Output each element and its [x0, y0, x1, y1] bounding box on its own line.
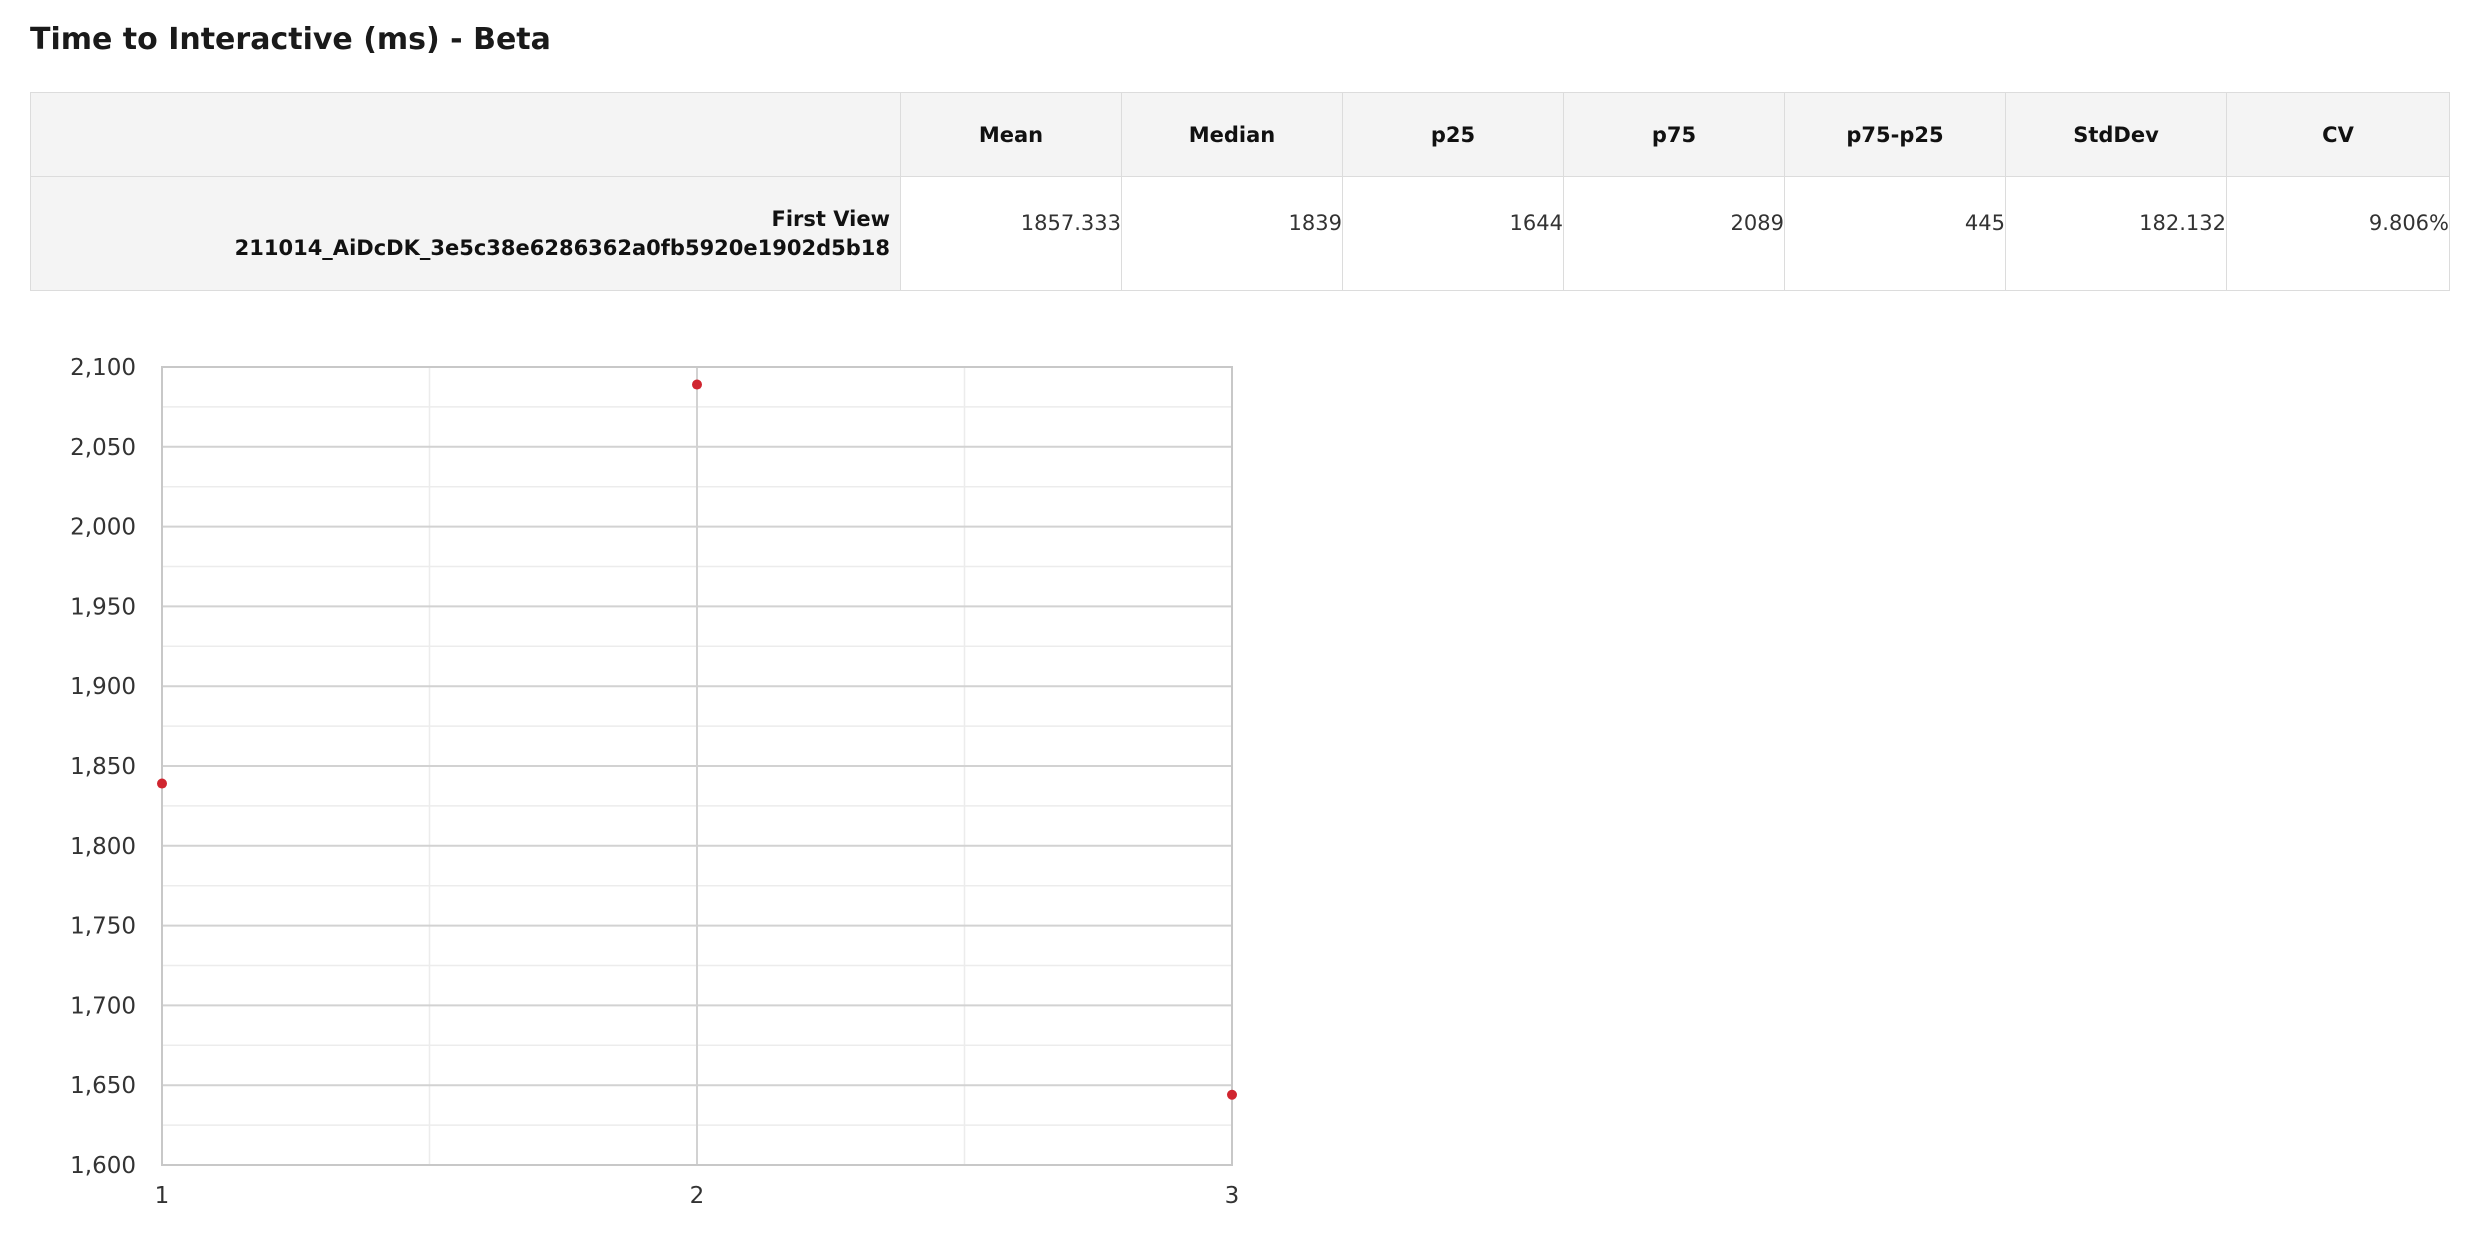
y-tick-label: 1,900 — [70, 674, 136, 700]
cell-cv: 9.806% — [2226, 176, 2450, 291]
cell-stddev: 182.132 — [2005, 176, 2227, 291]
cell-p25: 1644 — [1342, 176, 1564, 291]
y-tick-label: 1,600 — [70, 1153, 136, 1179]
data-point — [1227, 1089, 1237, 1100]
column-header-median: Median — [1121, 92, 1343, 177]
x-tick-label: 1 — [155, 1183, 170, 1209]
x-tick-label: 3 — [1225, 1183, 1240, 1209]
y-tick-label: 1,950 — [70, 594, 136, 620]
y-tick-label: 1,800 — [70, 834, 136, 860]
row-label: First View 211014_AiDcDK_3e5c38e6286362a… — [30, 176, 901, 291]
y-tick-label: 2,100 — [70, 355, 136, 381]
y-tick-label: 1,700 — [70, 993, 136, 1019]
y-tick-label: 1,650 — [70, 1073, 136, 1099]
cell-mean: 1857.333 — [900, 176, 1122, 291]
y-tick-label: 2,050 — [70, 435, 136, 461]
column-header-stddev: StdDev — [2005, 92, 2227, 177]
page-title: Time to Interactive (ms) - Beta — [30, 22, 551, 57]
data-point — [157, 778, 167, 789]
column-header-p75: p75 — [1563, 92, 1785, 177]
y-tick-label: 1,850 — [70, 754, 136, 780]
column-header-mean: Mean — [900, 92, 1122, 177]
table-header-row: Mean Median p25 p75 p75-p25 StdDev CV — [30, 92, 2450, 177]
cell-p75-p25: 445 — [1784, 176, 2006, 291]
y-tick-label: 2,000 — [70, 515, 136, 541]
cell-median: 1839 — [1121, 176, 1343, 291]
data-point — [692, 379, 702, 390]
header-empty-cell — [30, 92, 901, 177]
row-label-view: First View — [771, 206, 890, 231]
cell-p75: 2089 — [1563, 176, 1785, 291]
stats-table: Mean Median p25 p75 p75-p25 StdDev CV Fi… — [30, 92, 2450, 291]
scatter-chart: 1,600 1,650 1,700 1,750 1,800 1,850 1,900 1,950… — [70, 355, 1240, 1209]
row-label-test-id: 211014_AiDcDK_3e5c38e6286362a0fb5920e190… — [234, 235, 890, 260]
table-row: First View 211014_AiDcDK_3e5c38e6286362a… — [30, 176, 2450, 291]
y-tick-label: 1,750 — [70, 914, 136, 940]
column-header-cv: CV — [2226, 92, 2450, 177]
column-header-p25: p25 — [1342, 92, 1564, 177]
column-header-p75-p25: p75-p25 — [1784, 92, 2006, 177]
x-tick-label: 2 — [690, 1183, 705, 1209]
